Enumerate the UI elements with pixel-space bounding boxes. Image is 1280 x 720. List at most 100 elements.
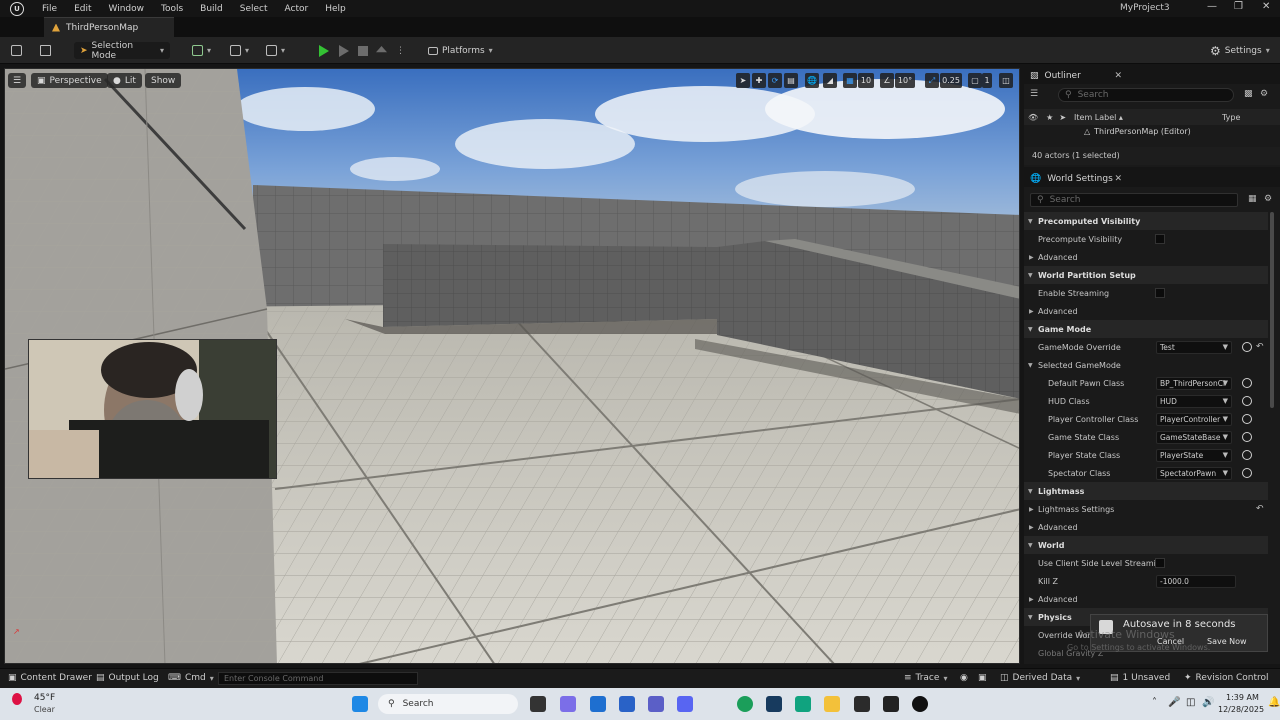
xbox-icon[interactable] — [854, 696, 870, 712]
menu-edit[interactable]: Edit — [74, 4, 91, 14]
stop-icon[interactable] — [358, 42, 368, 59]
grid-snap-icon[interactable]: ▦ — [843, 73, 857, 88]
category-precomputed-visibility[interactable]: ▼ Precomputed Visibility — [1024, 212, 1268, 230]
tray-chevron-icon[interactable]: ˄ — [1152, 697, 1157, 708]
unsaved-button[interactable]: ▤ 1 Unsaved — [1110, 673, 1170, 683]
menu-window[interactable]: Window — [109, 4, 145, 14]
browse-asset-icon[interactable] — [1242, 450, 1252, 460]
edge-icon[interactable] — [737, 696, 753, 712]
menu-file[interactable]: File — [42, 4, 57, 14]
browse-asset-icon[interactable] — [1242, 432, 1252, 442]
scale-snap-icon[interactable]: ⤢ — [925, 73, 939, 88]
minimize-icon[interactable]: — — [1207, 1, 1217, 12]
camera-speed-icon[interactable]: ▢ — [968, 73, 982, 88]
world-local-icon[interactable]: 🌐 — [805, 73, 819, 88]
menu-actor[interactable]: Actor — [285, 4, 309, 14]
outliner-root-row[interactable]: △ ThirdPersonMap (Editor) — [1084, 127, 1191, 136]
trace-dropdown[interactable]: ≡ Trace ▾ — [904, 673, 947, 683]
clock-time[interactable]: 1:39 AM — [1226, 693, 1259, 702]
derived-data-dropdown[interactable]: ◫ Derived Data ▾ — [1000, 673, 1080, 683]
rotate-tool-icon[interactable]: ⟳ — [768, 73, 782, 88]
menu-tools[interactable]: Tools — [161, 4, 183, 14]
teams-icon[interactable] — [648, 696, 664, 712]
browse-asset-icon[interactable] — [1242, 468, 1252, 478]
windows-start-icon[interactable] — [352, 696, 368, 712]
camera-speed-value[interactable]: 1 — [982, 73, 992, 88]
menu-help[interactable]: Help — [325, 4, 346, 14]
level-viewport[interactable]: ☰ ▣ Perspective ● Lit Show ➤ ✚ ⟳ ▤ 🌐 ◢ ▦… — [4, 68, 1020, 664]
row-advanced[interactable]: ▶ Advanced — [1024, 302, 1268, 320]
microphone-icon[interactable]: 🎤 — [1168, 697, 1180, 708]
task-view-icon[interactable] — [530, 696, 546, 712]
category-game-mode[interactable]: ▼ Game Mode — [1024, 320, 1268, 338]
spectator-class-dropdown[interactable]: SpectatorPawn ▼ — [1156, 466, 1232, 480]
autosave-cancel-button[interactable]: Cancel — [1157, 637, 1184, 646]
console-command-input[interactable]: Enter Console Command — [218, 672, 418, 685]
save-icon[interactable] — [11, 42, 22, 59]
lit-button[interactable]: ● Lit — [107, 73, 142, 88]
row-selected-gamemode[interactable]: ▼ Selected GameMode — [1024, 356, 1268, 374]
grid-snap-value[interactable]: 10 — [858, 73, 874, 88]
row-advanced[interactable]: ▶ Advanced — [1024, 248, 1268, 266]
outliner-search-input[interactable]: ⚲ Search — [1058, 88, 1234, 102]
advance-frame-icon[interactable] — [339, 42, 349, 59]
clock-date[interactable]: 12/28/2025 — [1218, 705, 1264, 714]
maximize-viewport-icon[interactable]: ◫ — [999, 73, 1013, 88]
output-log-button[interactable]: ▤ Output Log — [96, 673, 159, 683]
browse-asset-icon[interactable] — [1242, 342, 1252, 352]
reset-to-default-icon[interactable]: ↶ — [1256, 342, 1264, 352]
terminal-icon[interactable] — [883, 696, 899, 712]
details-settings-icon[interactable]: ⚙ — [1264, 194, 1272, 204]
unreal-logo-icon[interactable]: U — [10, 1, 24, 16]
details-scrollbar[interactable] — [1270, 212, 1274, 408]
play-icon[interactable] — [319, 42, 329, 59]
close-world-settings-icon[interactable]: ✕ — [1114, 174, 1122, 184]
blueprint-icon[interactable]: ▾ — [230, 42, 249, 59]
more-options-icon[interactable]: ⋮ — [396, 42, 405, 59]
category-lightmass[interactable]: ▼ Lightmass — [1024, 482, 1268, 500]
add-folder-icon[interactable]: ▩ — [1244, 89, 1253, 99]
chatgpt-icon[interactable] — [795, 696, 811, 712]
store-icon[interactable] — [590, 696, 606, 712]
rotation-snap-value[interactable]: 10° — [895, 73, 915, 88]
browse-asset-icon[interactable] — [1242, 414, 1252, 424]
client-streaming-checkbox[interactable] — [1155, 558, 1165, 568]
steam-icon[interactable] — [766, 696, 782, 712]
settings-button[interactable]: ⚙ Settings ▾ — [1210, 42, 1270, 59]
pin-icon[interactable]: ➤ — [1059, 113, 1066, 122]
copilot-icon[interactable] — [560, 696, 576, 712]
browse-asset-icon[interactable] — [1242, 396, 1252, 406]
category-world[interactable]: ▼ World — [1024, 536, 1268, 554]
viewport-menu-icon[interactable]: ☰ — [8, 73, 26, 88]
enable-streaming-checkbox[interactable] — [1155, 288, 1165, 298]
table-view-icon[interactable]: ▦ — [1248, 194, 1257, 204]
eject-icon[interactable] — [376, 42, 387, 59]
select-tool-icon[interactable]: ➤ — [736, 73, 750, 88]
revision-control-button[interactable]: ✦ Revision Control — [1184, 673, 1269, 683]
filter-icon[interactable]: ☰ — [1030, 89, 1038, 99]
row-advanced[interactable]: ▶ Advanced — [1024, 590, 1268, 608]
browse-icon[interactable] — [40, 42, 51, 59]
notification-bell-icon[interactable]: 🔔 — [1268, 697, 1280, 708]
game-state-class-dropdown[interactable]: GameStateBase ▼ — [1156, 430, 1232, 444]
discord-icon[interactable] — [677, 696, 693, 712]
item-label-column[interactable]: Item Label ▴ — [1074, 113, 1123, 122]
cinematics-icon[interactable]: ▾ — [266, 42, 285, 59]
network-icon[interactable]: ◫ — [1186, 697, 1195, 708]
row-lightmass-settings[interactable]: ▶ Lightmass Settings ↶ — [1024, 500, 1268, 518]
precompute-visibility-checkbox[interactable] — [1155, 234, 1165, 244]
weather-alert-icon[interactable] — [12, 693, 22, 705]
category-world-partition-setup[interactable]: ▼ World Partition Setup — [1024, 266, 1268, 284]
reset-to-default-icon[interactable]: ↶ — [1256, 504, 1264, 514]
selection-mode-dropdown[interactable]: ➤ Selection Mode ▾ — [74, 41, 170, 61]
gamemode-override-dropdown[interactable]: Test ▼ — [1156, 340, 1232, 354]
menu-build[interactable]: Build — [200, 4, 223, 14]
scale-snap-value[interactable]: 0.25 — [940, 73, 962, 88]
player-state-class-dropdown[interactable]: PlayerState ▼ — [1156, 448, 1232, 462]
restore-icon[interactable]: ❐ — [1234, 1, 1243, 12]
world-settings-search-input[interactable]: ⚲ Search — [1030, 193, 1238, 207]
kill-z-input[interactable]: -1000.0 — [1156, 574, 1236, 588]
unreal-engine-taskbar-icon[interactable] — [912, 696, 928, 712]
outliner-settings-icon[interactable]: ⚙ — [1260, 89, 1268, 99]
rotation-snap-icon[interactable]: ∠ — [880, 73, 894, 88]
